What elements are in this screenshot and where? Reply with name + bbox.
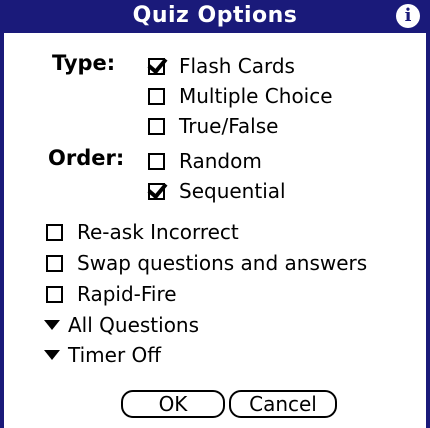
option-re-ask-incorrect[interactable]: Re-ask Incorrect [46,218,239,246]
cancel-button[interactable]: Cancel [229,390,337,418]
chevron-down-icon [44,320,60,330]
random-label: Random [179,149,262,173]
type-label: Type: [52,51,116,75]
sequential-label: Sequential [179,179,286,203]
question-filter-label: All Questions [68,313,200,337]
quiz-options-dialog: Quiz Options i Type: Flash Cards Multipl… [0,0,430,428]
timer-label: Timer Off [68,343,162,367]
order-label: Order: [48,146,125,170]
re-ask-incorrect-checkbox[interactable] [46,223,63,241]
re-ask-incorrect-label: Re-ask Incorrect [77,220,239,244]
true-false-label: True/False [179,114,279,138]
option-rapid-fire[interactable]: Rapid-Fire [46,280,177,308]
rapid-fire-label: Rapid-Fire [77,282,177,306]
option-sequential[interactable]: Sequential [148,177,286,205]
swap-questions-checkbox[interactable] [46,254,63,272]
ok-button[interactable]: OK [121,390,225,418]
timer-popup[interactable]: Timer Off [44,341,161,369]
sequential-checkbox[interactable] [148,182,165,200]
swap-questions-label: Swap questions and answers [77,251,368,275]
multiple-choice-checkbox[interactable] [148,87,165,105]
option-random[interactable]: Random [148,147,262,175]
rapid-fire-checkbox[interactable] [46,285,63,303]
question-filter-popup[interactable]: All Questions [44,311,199,339]
multiple-choice-label: Multiple Choice [179,84,333,108]
dialog-title: Quiz Options [132,3,298,28]
flash-cards-checkbox[interactable] [148,57,165,75]
option-flash-cards[interactable]: Flash Cards [148,52,295,80]
option-true-false[interactable]: True/False [148,112,278,140]
option-multiple-choice[interactable]: Multiple Choice [148,82,333,110]
chevron-down-icon [44,350,60,360]
true-false-checkbox[interactable] [148,117,165,135]
title-bar: Quiz Options i [4,0,426,33]
option-swap-questions[interactable]: Swap questions and answers [46,249,367,277]
random-checkbox[interactable] [148,152,165,170]
info-icon[interactable]: i [396,4,420,28]
flash-cards-label: Flash Cards [179,54,295,78]
